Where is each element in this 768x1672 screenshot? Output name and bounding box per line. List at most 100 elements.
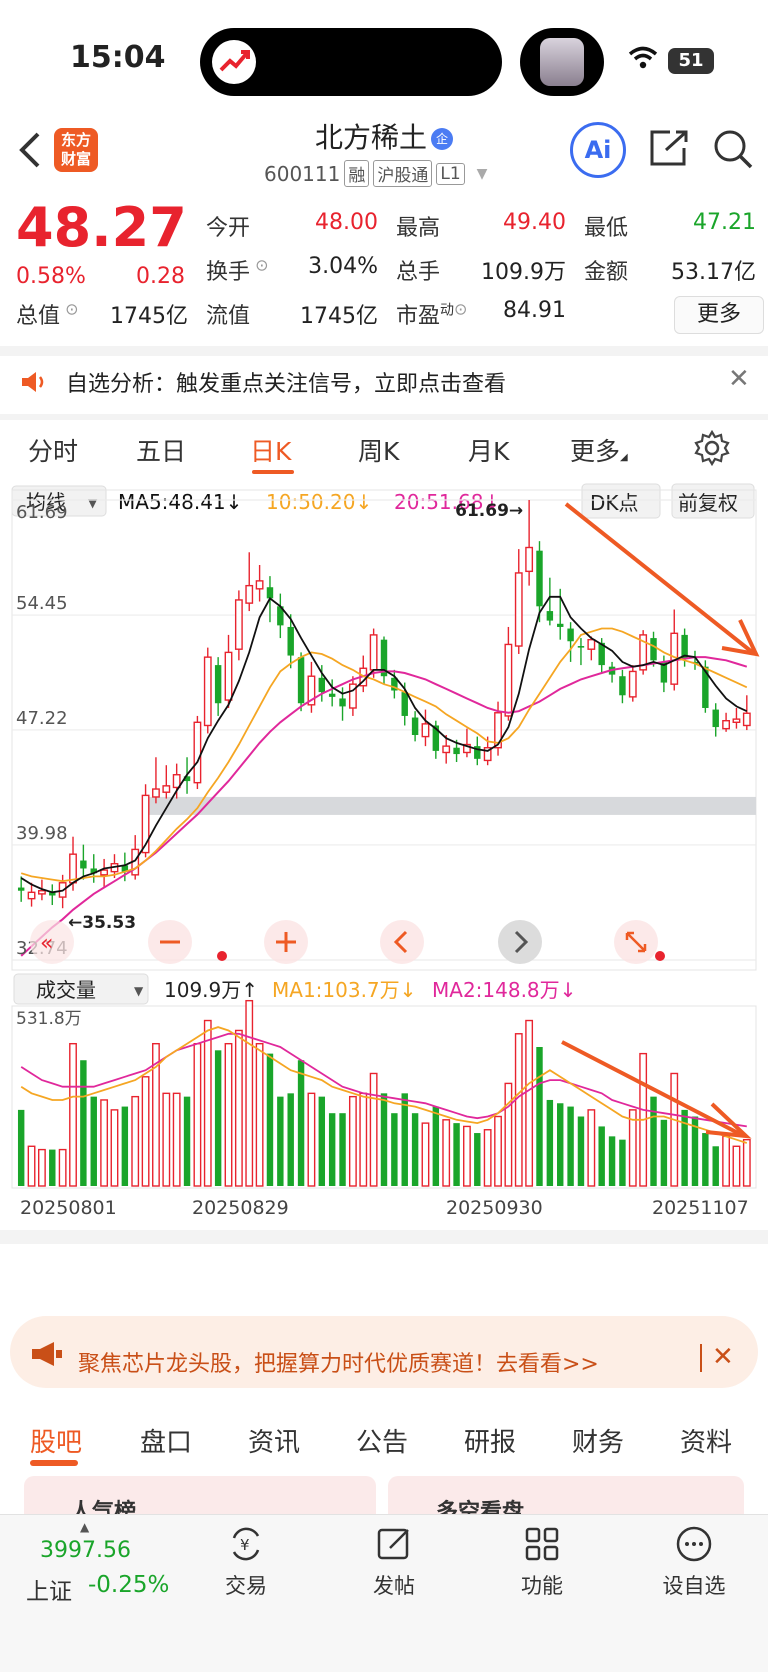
pan-right-button[interactable] [498, 920, 542, 964]
candle [639, 630, 648, 675]
volume-bar [514, 1033, 523, 1187]
candle [141, 784, 150, 858]
tab-five-day[interactable]: 五日 [136, 432, 186, 468]
tab-orderbook[interactable]: 盘口 [140, 1422, 192, 1459]
index-value[interactable]: 3997.56 [40, 1538, 131, 1563]
more-quote-button[interactable]: 更多 [674, 296, 764, 334]
zoom-in-button[interactable] [264, 920, 308, 964]
app-activity-icon [212, 40, 256, 84]
candle [348, 676, 357, 716]
last-price: 48.27 [16, 196, 187, 259]
volume-y-max: 531.8万 [16, 1009, 82, 1029]
search-icon[interactable] [712, 128, 754, 170]
kline-chart[interactable]: 均线 ▼ MA5:48.41↓ 10:50.20↓ 20:51.68↓ DK点 … [0, 480, 768, 1310]
divider [0, 414, 768, 420]
nav-add-watchlist-label: 设自选 [662, 1574, 726, 1598]
volume-bar [670, 1072, 679, 1187]
tab-more[interactable]: 更多◢ [570, 432, 628, 468]
market-cap-label[interactable]: 总值 ⊙ [16, 298, 79, 330]
candle [619, 669, 626, 704]
tab-finance[interactable]: 财务 [572, 1422, 624, 1459]
date-label: 20250930 [446, 1197, 543, 1219]
volume-bar [318, 1096, 326, 1186]
volume-bar [432, 1106, 440, 1186]
candle [214, 657, 222, 716]
volume-bar [162, 1092, 171, 1187]
chevron-down-icon: ▼ [134, 984, 144, 998]
banner-separator [700, 1344, 702, 1372]
volume-bar [567, 1106, 574, 1186]
candle [567, 622, 574, 662]
candle [49, 884, 56, 906]
volume-value: 109.9万↑ [164, 978, 258, 1002]
dk-point-label: DK点 [590, 491, 639, 515]
pan-left-button[interactable] [380, 920, 424, 964]
notify-dot [217, 951, 227, 961]
volume-bar [100, 1099, 109, 1187]
volume-bar [732, 1145, 741, 1187]
date-axis: 20250801 20250829 20250930 20251107 [20, 1197, 749, 1219]
volume-bar [681, 1109, 688, 1186]
candle [234, 590, 243, 661]
nav-trade[interactable]: ¥ 交易 [196, 1524, 296, 1600]
high-marker: 61.69→ [455, 501, 523, 521]
gear-icon[interactable] [694, 429, 730, 467]
close-icon[interactable]: ✕ [728, 364, 750, 394]
volume-bar [546, 1099, 554, 1186]
notice-text[interactable]: 自选分析：触发重点关注信号，立即点击查看 [66, 366, 506, 398]
fullscreen-button[interactable] [614, 920, 658, 964]
market-cap-value: 1745亿 [110, 304, 188, 329]
index-change[interactable]: -0.25% [88, 1572, 169, 1598]
info-icon: ⊙ [250, 255, 269, 275]
tab-intraday[interactable]: 分时 [28, 432, 78, 468]
tab-research[interactable]: 研报 [464, 1422, 516, 1459]
tab-profile[interactable]: 资料 [680, 1422, 732, 1459]
stock-code-row[interactable]: 600111 融 沪股通 L1 ▼ [264, 160, 487, 187]
close-icon[interactable]: ✕ [712, 1342, 734, 1372]
zoom-out-button[interactable] [148, 920, 192, 964]
candle [100, 858, 109, 888]
pan-left-edge-button[interactable]: « [30, 920, 74, 964]
volume-bar [203, 1019, 212, 1187]
volume-bar [504, 1082, 513, 1187]
candle [255, 564, 264, 602]
support-band [144, 796, 756, 815]
svg-text:«: « [40, 931, 53, 956]
index-name[interactable]: 上证 [26, 1572, 72, 1606]
nav-functions[interactable]: 功能 [492, 1524, 592, 1600]
tab-announcements[interactable]: 公告 [356, 1422, 408, 1459]
turnover-label[interactable]: 换手 ⊙ [206, 254, 269, 286]
vol-ma2-value: MA2:148.8万↓ [432, 978, 576, 1002]
volume-bar [442, 1119, 451, 1187]
tab-forum[interactable]: 股吧 [30, 1422, 82, 1459]
volume-bar [172, 1092, 181, 1187]
volume-bar [17, 1109, 25, 1186]
ai-button[interactable]: Ai [570, 122, 626, 178]
volume-bar [193, 1042, 202, 1187]
promo-text[interactable]: 聚焦芯片龙头股，把握算力时代优质赛道！去看看>> [78, 1346, 599, 1378]
pe-label[interactable]: 市盈动⊙ [396, 298, 467, 330]
volume-bar [183, 1096, 191, 1186]
tab-news[interactable]: 资讯 [248, 1422, 300, 1459]
volume-bar [297, 1060, 305, 1186]
tab-daily-k[interactable]: 日K [250, 432, 291, 468]
share-icon[interactable] [648, 128, 690, 168]
status-time: 15:04 [70, 40, 166, 75]
adjust-label: 前复权 [678, 491, 738, 515]
volume-bar [463, 1125, 471, 1187]
low-label: 最低 [584, 216, 629, 241]
nav-post[interactable]: 发帖 [344, 1524, 444, 1600]
candle [80, 844, 87, 880]
volume-bar [474, 1133, 481, 1186]
volume-bar [577, 1116, 585, 1186]
volume-bar [702, 1133, 709, 1186]
nav-trade-label: 交易 [225, 1574, 267, 1598]
tab-weekly-k[interactable]: 周K [358, 432, 399, 468]
tab-monthly-k[interactable]: 月K [468, 432, 509, 468]
volume-bar [131, 1095, 140, 1187]
more-dots-icon [676, 1526, 712, 1562]
volume-bar [628, 1109, 637, 1187]
nav-add-watchlist[interactable]: 设自选 [644, 1524, 744, 1600]
nav-post-label: 发帖 [373, 1574, 415, 1598]
volume-bar [80, 1060, 87, 1186]
